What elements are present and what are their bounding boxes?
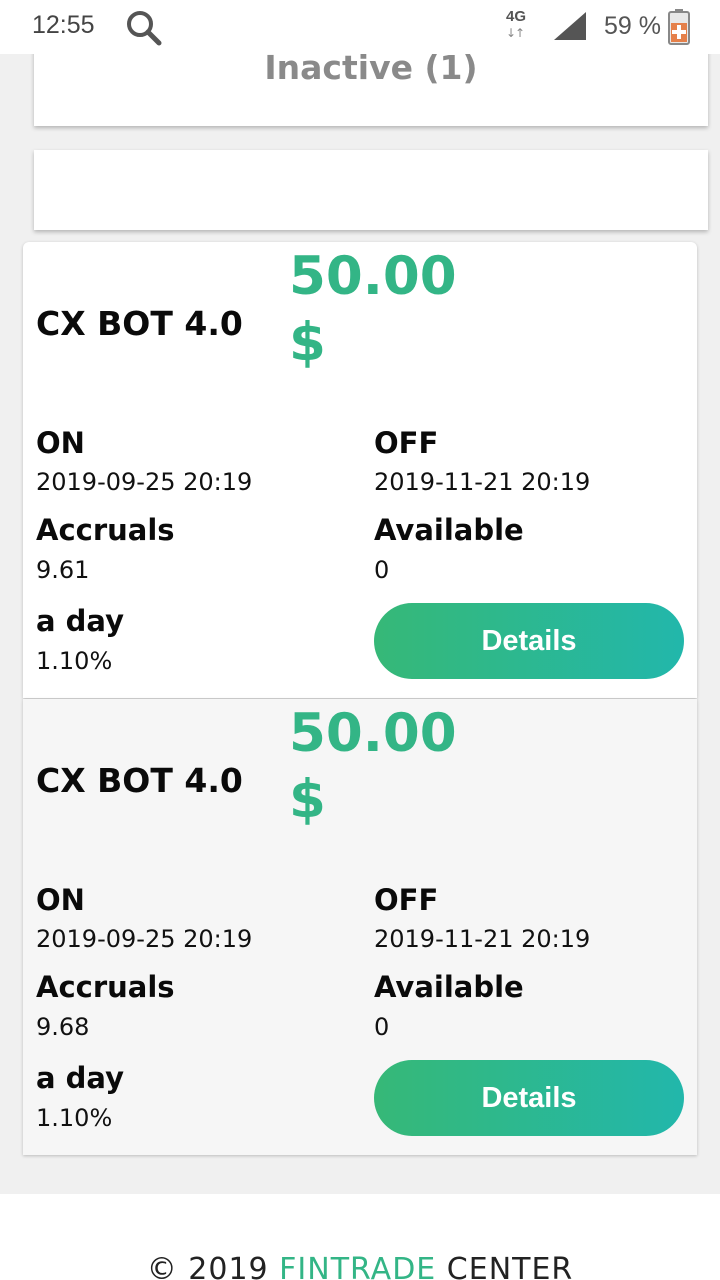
day-label: a day <box>36 604 125 638</box>
accruals-value: 9.68 <box>36 1013 90 1041</box>
available-value: 0 <box>374 556 390 584</box>
bot-name: CX BOT 4.0 <box>36 761 243 800</box>
details-button[interactable]: Details <box>374 603 684 679</box>
available-label: Available <box>374 970 524 1004</box>
footer-copyright: © 2019 FINTRADE CENTER <box>0 1252 720 1280</box>
bot-card: CX BOT 4.0 50.00 $ ON 2019-09-25 20:19 O… <box>23 699 697 1155</box>
bot-name: CX BOT 4.0 <box>36 304 243 343</box>
copyright-year: © 2019 <box>146 1252 269 1280</box>
battery-percent: 59 % <box>604 12 661 40</box>
empty-card <box>34 150 708 230</box>
network-arrows-icon: ↓↑ <box>506 26 525 40</box>
bot-currency: $ <box>289 769 326 830</box>
footer: © 2019 FINTRADE CENTER <box>0 1194 720 1280</box>
on-value: 2019-09-25 20:19 <box>36 468 253 496</box>
bot-price: 50.00 <box>289 703 457 764</box>
search-icon[interactable] <box>124 8 164 48</box>
network-indicator: 4G ↓↑ <box>504 8 536 44</box>
signal-icon <box>554 12 586 40</box>
available-label: Available <box>374 513 524 547</box>
accruals-label: Accruals <box>36 970 175 1004</box>
accruals-label: Accruals <box>36 513 175 547</box>
brand-name-rest[interactable]: CENTER <box>447 1252 573 1280</box>
off-value: 2019-11-21 20:19 <box>374 925 591 953</box>
network-type: 4G <box>506 8 527 25</box>
accruals-value: 9.61 <box>36 556 90 584</box>
day-value: 1.10% <box>36 647 113 675</box>
on-label: ON <box>36 426 85 460</box>
details-button[interactable]: Details <box>374 1060 684 1136</box>
day-label: a day <box>36 1061 125 1095</box>
off-label: OFF <box>374 426 439 460</box>
off-value: 2019-11-21 20:19 <box>374 468 591 496</box>
brand-name-accent[interactable]: FINTRADE <box>279 1252 436 1280</box>
bot-price: 50.00 <box>289 246 457 307</box>
bot-currency: $ <box>289 312 326 373</box>
on-value: 2019-09-25 20:19 <box>36 925 253 953</box>
on-label: ON <box>36 883 85 917</box>
available-value: 0 <box>374 1013 390 1041</box>
status-time: 12:55 <box>32 11 95 39</box>
battery-icon <box>668 9 690 45</box>
day-value: 1.10% <box>36 1104 113 1132</box>
off-label: OFF <box>374 883 439 917</box>
bot-card: CX BOT 4.0 50.00 $ ON 2019-09-25 20:19 O… <box>23 242 697 698</box>
status-bar: 12:55 4G ↓↑ 59 % <box>0 0 720 54</box>
